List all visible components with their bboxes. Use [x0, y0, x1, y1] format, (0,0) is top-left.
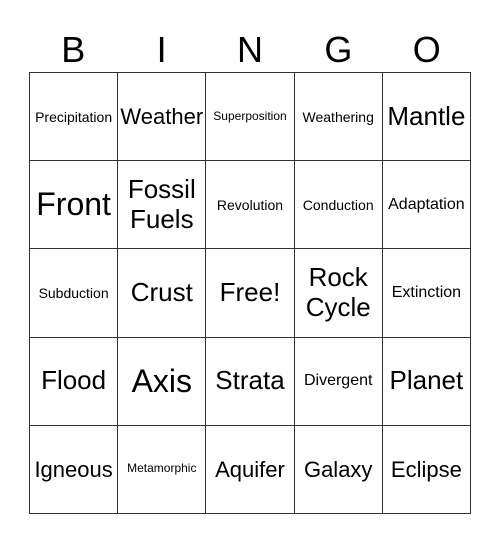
header-letter-b: B [61, 29, 86, 70]
bingo-cell[interactable]: Strata [206, 337, 295, 426]
bingo-cell[interactable]: Extinction [382, 249, 471, 338]
bingo-cell[interactable]: Igneous [30, 425, 119, 514]
bingo-cell[interactable]: Aquifer [206, 425, 295, 514]
header-letter-o: O [412, 29, 441, 70]
bingo-cell[interactable]: Galaxy [294, 425, 383, 514]
bingo-cell[interactable]: Free! [206, 249, 295, 338]
bingo-cell[interactable]: Revolution [206, 161, 295, 250]
bingo-cell[interactable]: Precipitation [30, 73, 119, 162]
bingo-cell[interactable]: Crust [118, 249, 207, 338]
bingo-cell[interactable]: Divergent [294, 337, 383, 426]
bingo-cell[interactable]: Planet [382, 337, 471, 426]
bingo-header: B I N G O [29, 28, 471, 72]
bingo-cell[interactable]: Flood [30, 337, 119, 426]
header-letter-i: I [156, 29, 167, 70]
bingo-cell[interactable]: Weathering [294, 73, 383, 162]
bingo-cell[interactable]: Weather [118, 73, 207, 162]
bingo-cell[interactable]: Subduction [30, 249, 119, 338]
bingo-cell[interactable]: Eclipse [382, 425, 471, 514]
bingo-cell[interactable]: Superposition [206, 73, 295, 162]
bingo-cell[interactable]: Front [30, 161, 119, 250]
bingo-cell[interactable]: Conduction [294, 161, 383, 250]
bingo-cell[interactable]: Rock Cycle [294, 249, 383, 338]
bingo-cell[interactable]: Metamorphic [118, 425, 207, 514]
bingo-card-grid: Precipitation Weather Superposition Weather… [29, 72, 471, 514]
bingo-cell[interactable]: Adaptation [382, 161, 471, 250]
bingo-cell[interactable]: Axis [118, 337, 207, 426]
bingo-cell[interactable]: Mantle [382, 73, 471, 162]
bingo-cell[interactable]: Fossil Fuels [118, 161, 207, 250]
header-letter-n: N [236, 29, 263, 70]
header-letter-g: G [324, 29, 353, 70]
